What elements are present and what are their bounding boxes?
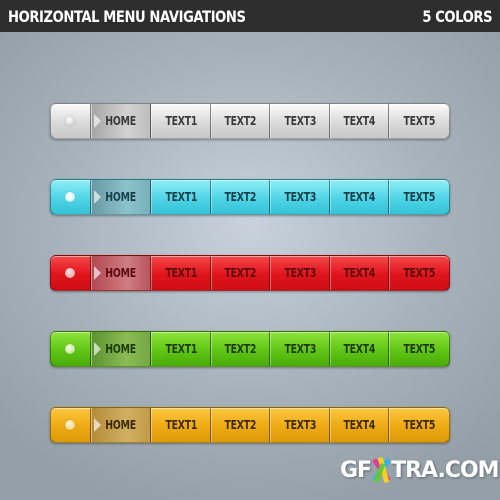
menu-item-text4[interactable]: TEXT4 xyxy=(329,408,390,442)
menu-bar-green: HOME TEXT1 TEXT2 TEXT3 TEXT4 TEXT5 xyxy=(50,331,450,367)
menu-item-label: TEXT4 xyxy=(343,266,376,280)
menu-item-text5[interactable]: TEXT5 xyxy=(389,332,449,366)
header-bar: HORIZONTAL MENU NAVIGATIONS 5 COLORS xyxy=(0,0,500,32)
menu-item-label: HOME xyxy=(105,266,137,280)
menu-item-label: TEXT2 xyxy=(224,418,257,432)
menu-bar-gray: HOME TEXT1 TEXT2 TEXT3 TEXT4 TEXT5 xyxy=(50,103,450,139)
menu-knob-cell xyxy=(51,180,91,214)
menu-item-label: TEXT1 xyxy=(165,342,197,356)
menu-knob-cell xyxy=(51,332,91,366)
menu-item-home[interactable]: HOME xyxy=(90,332,152,366)
menu-item-label: TEXT2 xyxy=(224,266,257,280)
menu-item-label: TEXT1 xyxy=(165,418,197,432)
menu-item-home[interactable]: HOME xyxy=(90,408,152,442)
menu-item-text1[interactable]: TEXT1 xyxy=(151,180,211,214)
active-arrow-icon xyxy=(93,266,101,280)
watermark-prefix: GF xyxy=(340,457,372,483)
menu-item-label: TEXT4 xyxy=(343,190,376,204)
menu-bar-cyan: HOME TEXT1 TEXT2 TEXT3 TEXT4 TEXT5 xyxy=(50,179,450,215)
menu-item-text3[interactable]: TEXT3 xyxy=(270,104,330,138)
menu-item-text3[interactable]: TEXT3 xyxy=(270,256,330,290)
menu-item-text5[interactable]: TEXT5 xyxy=(389,104,449,138)
menu-item-text5[interactable]: TEXT5 xyxy=(389,256,449,290)
menu-item-text4[interactable]: TEXT4 xyxy=(329,180,390,214)
menu-item-label: TEXT4 xyxy=(343,114,376,128)
menu-item-home[interactable]: HOME xyxy=(90,104,152,138)
menu-item-label: TEXT4 xyxy=(343,342,376,356)
menu-item-label: TEXT5 xyxy=(403,190,436,204)
menu-item-text4[interactable]: TEXT4 xyxy=(329,256,390,290)
menu-item-label: TEXT5 xyxy=(403,418,436,432)
radio-dot-icon xyxy=(65,420,76,430)
watermark-logo: GF TRA.COM xyxy=(340,455,500,485)
menu-item-label: TEXT2 xyxy=(224,342,257,356)
menu-item-label: TEXT3 xyxy=(284,418,316,432)
menu-item-text1[interactable]: TEXT1 xyxy=(151,104,211,138)
menu-item-label: TEXT5 xyxy=(403,342,436,356)
active-arrow-icon xyxy=(93,114,101,128)
menu-item-text4[interactable]: TEXT4 xyxy=(329,104,390,138)
watermark-suffix: TRA.COM xyxy=(391,457,499,483)
menu-item-label: TEXT1 xyxy=(165,114,197,128)
radio-dot-icon xyxy=(65,344,76,354)
menu-item-label: TEXT2 xyxy=(224,190,257,204)
menu-item-label: HOME xyxy=(105,190,137,204)
menu-bar-yellow: HOME TEXT1 TEXT2 TEXT3 TEXT4 TEXT5 xyxy=(50,407,450,443)
menu-item-text1[interactable]: TEXT1 xyxy=(151,256,211,290)
menu-item-label: HOME xyxy=(105,114,137,128)
menu-bar-red: HOME TEXT1 TEXT2 TEXT3 TEXT4 TEXT5 xyxy=(50,255,450,291)
menu-item-text5[interactable]: TEXT5 xyxy=(389,180,449,214)
menu-item-text3[interactable]: TEXT3 xyxy=(270,332,330,366)
menu-item-label: TEXT5 xyxy=(403,266,436,280)
menu-item-text2[interactable]: TEXT2 xyxy=(210,104,271,138)
menu-item-label: TEXT3 xyxy=(284,266,316,280)
menu-item-text2[interactable]: TEXT2 xyxy=(210,332,271,366)
active-arrow-icon xyxy=(93,342,101,356)
menu-item-home[interactable]: HOME xyxy=(90,256,152,290)
menu-item-text2[interactable]: TEXT2 xyxy=(210,256,271,290)
menu-knob-cell xyxy=(51,256,91,290)
menu-item-text5[interactable]: TEXT5 xyxy=(389,408,449,442)
menu-item-home[interactable]: HOME xyxy=(90,180,152,214)
colors-count-label: 5 COLORS xyxy=(422,6,492,26)
menu-item-label: TEXT5 xyxy=(403,114,436,128)
page-title: HORIZONTAL MENU NAVIGATIONS xyxy=(8,6,246,26)
menu-item-text3[interactable]: TEXT3 xyxy=(270,408,330,442)
active-arrow-icon xyxy=(93,418,101,432)
menu-item-label: TEXT3 xyxy=(284,342,316,356)
menu-knob-cell xyxy=(51,104,91,138)
menu-item-label: HOME xyxy=(105,418,137,432)
menu-item-text2[interactable]: TEXT2 xyxy=(210,180,271,214)
menu-item-text1[interactable]: TEXT1 xyxy=(151,408,211,442)
menu-knob-cell xyxy=(51,408,91,442)
radio-dot-icon xyxy=(65,192,76,202)
menu-item-text3[interactable]: TEXT3 xyxy=(270,180,330,214)
active-arrow-icon xyxy=(93,190,101,204)
menu-item-label: TEXT3 xyxy=(284,114,316,128)
menu-item-label: TEXT4 xyxy=(343,418,376,432)
menu-item-label: TEXT3 xyxy=(284,190,316,204)
menu-item-label: TEXT1 xyxy=(165,266,197,280)
menu-item-text2[interactable]: TEXT2 xyxy=(210,408,271,442)
menu-item-label: TEXT2 xyxy=(224,114,257,128)
menu-item-text1[interactable]: TEXT1 xyxy=(151,332,211,366)
menu-item-label: HOME xyxy=(105,342,137,356)
menu-item-label: TEXT1 xyxy=(165,190,197,204)
watermark-x-icon xyxy=(370,455,392,485)
radio-dot-icon xyxy=(65,116,76,126)
menu-item-text4[interactable]: TEXT4 xyxy=(329,332,390,366)
radio-dot-icon xyxy=(65,268,76,278)
